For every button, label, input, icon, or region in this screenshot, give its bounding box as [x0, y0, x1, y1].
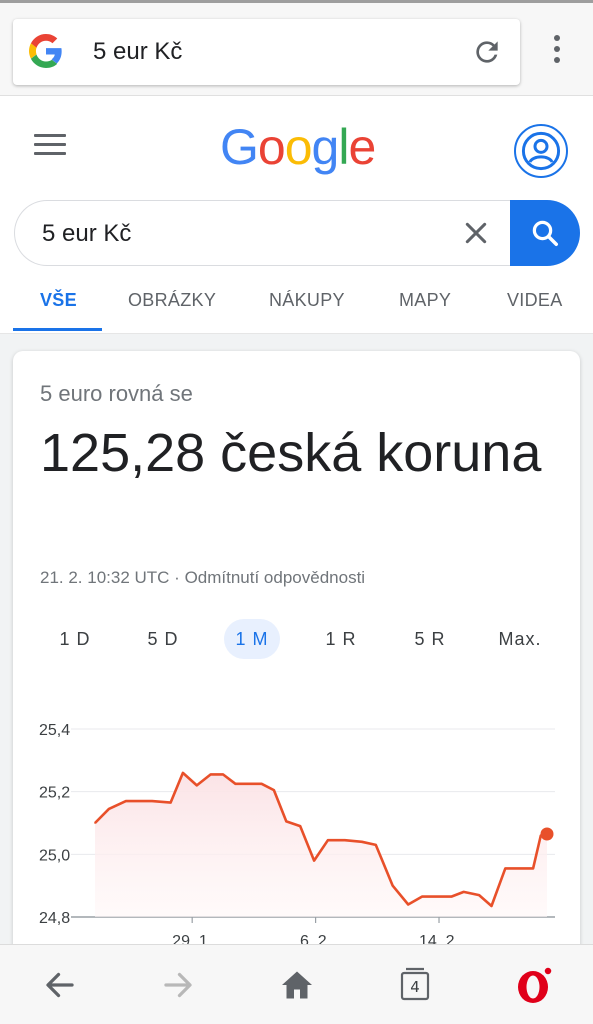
kebab-menu-icon[interactable]: [547, 35, 567, 71]
chart-data-point: [151, 800, 153, 802]
google-g-icon: [29, 34, 62, 68]
timestamp-disclaimer[interactable]: 21. 2. 10:32 UTC · Odmítnutí odpovědnost…: [40, 568, 365, 588]
chart-data-point: [407, 903, 409, 906]
equals-label: 5 euro rovná se: [40, 381, 193, 406]
logo-letter: e: [348, 119, 376, 175]
chart-data-point: [532, 867, 534, 870]
chart-data-point: [169, 801, 172, 804]
chart-data-point: [313, 859, 315, 862]
back-icon[interactable]: [42, 967, 78, 1003]
active-tab-indicator: [13, 328, 102, 331]
tab-nakupy[interactable]: NÁKUPY: [269, 290, 345, 311]
google-logo[interactable]: Google: [220, 118, 376, 176]
chart-current-point: [540, 827, 554, 841]
chart-data-point: [125, 800, 127, 802]
range-5d[interactable]: 5 D: [141, 619, 185, 659]
url-text[interactable]: 5 eur Kč: [93, 38, 182, 66]
tab-count: 4: [410, 978, 420, 996]
chart-data-point: [435, 895, 437, 898]
chart-data-point: [273, 789, 275, 791]
address-bar[interactable]: 5 eur Kč: [13, 19, 520, 85]
clear-icon[interactable]: [463, 220, 489, 246]
chart-data-point: [462, 891, 465, 893]
chart-data-point: [361, 841, 363, 843]
chart-data-point: [478, 894, 480, 896]
google-page: Google 5 eur Kč VŠE OBRÁZKY NÁKUPY MAPY …: [0, 96, 593, 961]
logo-letter: g: [311, 119, 340, 175]
chart-svg: 25,425,225,024,829. 1. 6. 2. 14. 2.: [39, 722, 555, 950]
chart-data-point: [137, 800, 139, 802]
search-icon: [532, 220, 558, 246]
logo-letter: l: [338, 119, 349, 175]
range-5r[interactable]: 5 R: [408, 619, 452, 659]
reload-icon[interactable]: [471, 36, 503, 68]
chart-data-point: [209, 773, 212, 776]
y-tick-label: 24,8: [39, 910, 70, 927]
chart-data-point: [108, 808, 110, 810]
chart-data-point: [299, 825, 301, 827]
home-icon[interactable]: [279, 967, 315, 1003]
exchange-rate-chart[interactable]: 25,4 25,2 25,0 24,8 29. 1. 6. 2. 14. 2.: [13, 689, 580, 961]
range-max[interactable]: Max.: [492, 619, 548, 659]
chart-data-point: [450, 895, 453, 898]
tab-obrazky[interactable]: OBRÁZKY: [128, 290, 216, 311]
forward-icon[interactable]: [160, 967, 196, 1003]
chart-data-point: [285, 820, 288, 823]
range-1r[interactable]: 1 R: [319, 619, 363, 659]
search-button[interactable]: [510, 200, 580, 266]
chart-data-point: [196, 784, 198, 787]
y-tick-label: 25,0: [39, 847, 70, 864]
tabs-icon[interactable]: 4: [397, 967, 433, 1003]
chart-data-point: [94, 822, 96, 824]
chart-data-point: [246, 783, 249, 785]
chart-data-point: [234, 783, 237, 785]
opera-icon[interactable]: [515, 965, 555, 1005]
chart-data-point: [504, 867, 507, 870]
y-tick-label: 25,2: [39, 785, 70, 802]
chart-data-point: [374, 844, 377, 846]
range-1m[interactable]: 1 M: [224, 619, 280, 659]
chart-data-point: [222, 773, 224, 776]
chart-data-point: [260, 783, 263, 785]
chart-data-point: [327, 839, 329, 842]
chart-data-point: [518, 867, 521, 870]
range-1d[interactable]: 1 D: [53, 619, 97, 659]
conversion-result: 125,28 česká koruna: [40, 423, 542, 483]
account-icon[interactable]: [514, 124, 568, 178]
tab-vse[interactable]: VŠE: [40, 290, 77, 311]
browser-toolbar: 5 eur Kč: [0, 0, 593, 96]
currency-result-card: 5 euro rovná se 125,28 česká koruna 21. …: [13, 351, 580, 961]
chart-data-point: [344, 839, 346, 842]
chart-data-point: [421, 895, 423, 898]
time-range-selector: 1 D 5 D 1 M 1 R 5 R Max.: [13, 619, 580, 663]
search-tabs: VŠE OBRÁZKY NÁKUPY MAPY VIDEA: [0, 282, 593, 334]
chart-data-point: [490, 905, 493, 907]
hamburger-icon[interactable]: [34, 134, 66, 158]
search-header: Google 5 eur Kč VŠE OBRÁZKY NÁKUPY MAPY …: [0, 96, 593, 334]
logo-letter: o: [284, 119, 313, 175]
search-query[interactable]: 5 eur Kč: [42, 220, 131, 248]
chart-data-point: [182, 772, 184, 774]
logo-letter: G: [220, 119, 259, 175]
search-input[interactable]: 5 eur Kč: [14, 200, 512, 266]
tab-mapy[interactable]: MAPY: [399, 290, 451, 311]
tab-videa[interactable]: VIDEA: [507, 290, 563, 311]
chart-data-point: [391, 884, 394, 887]
logo-letter: o: [257, 119, 286, 175]
search-bar: 5 eur Kč: [14, 200, 580, 266]
y-tick-label: 25,4: [39, 722, 70, 739]
browser-bottom-nav: 4: [0, 944, 593, 1024]
